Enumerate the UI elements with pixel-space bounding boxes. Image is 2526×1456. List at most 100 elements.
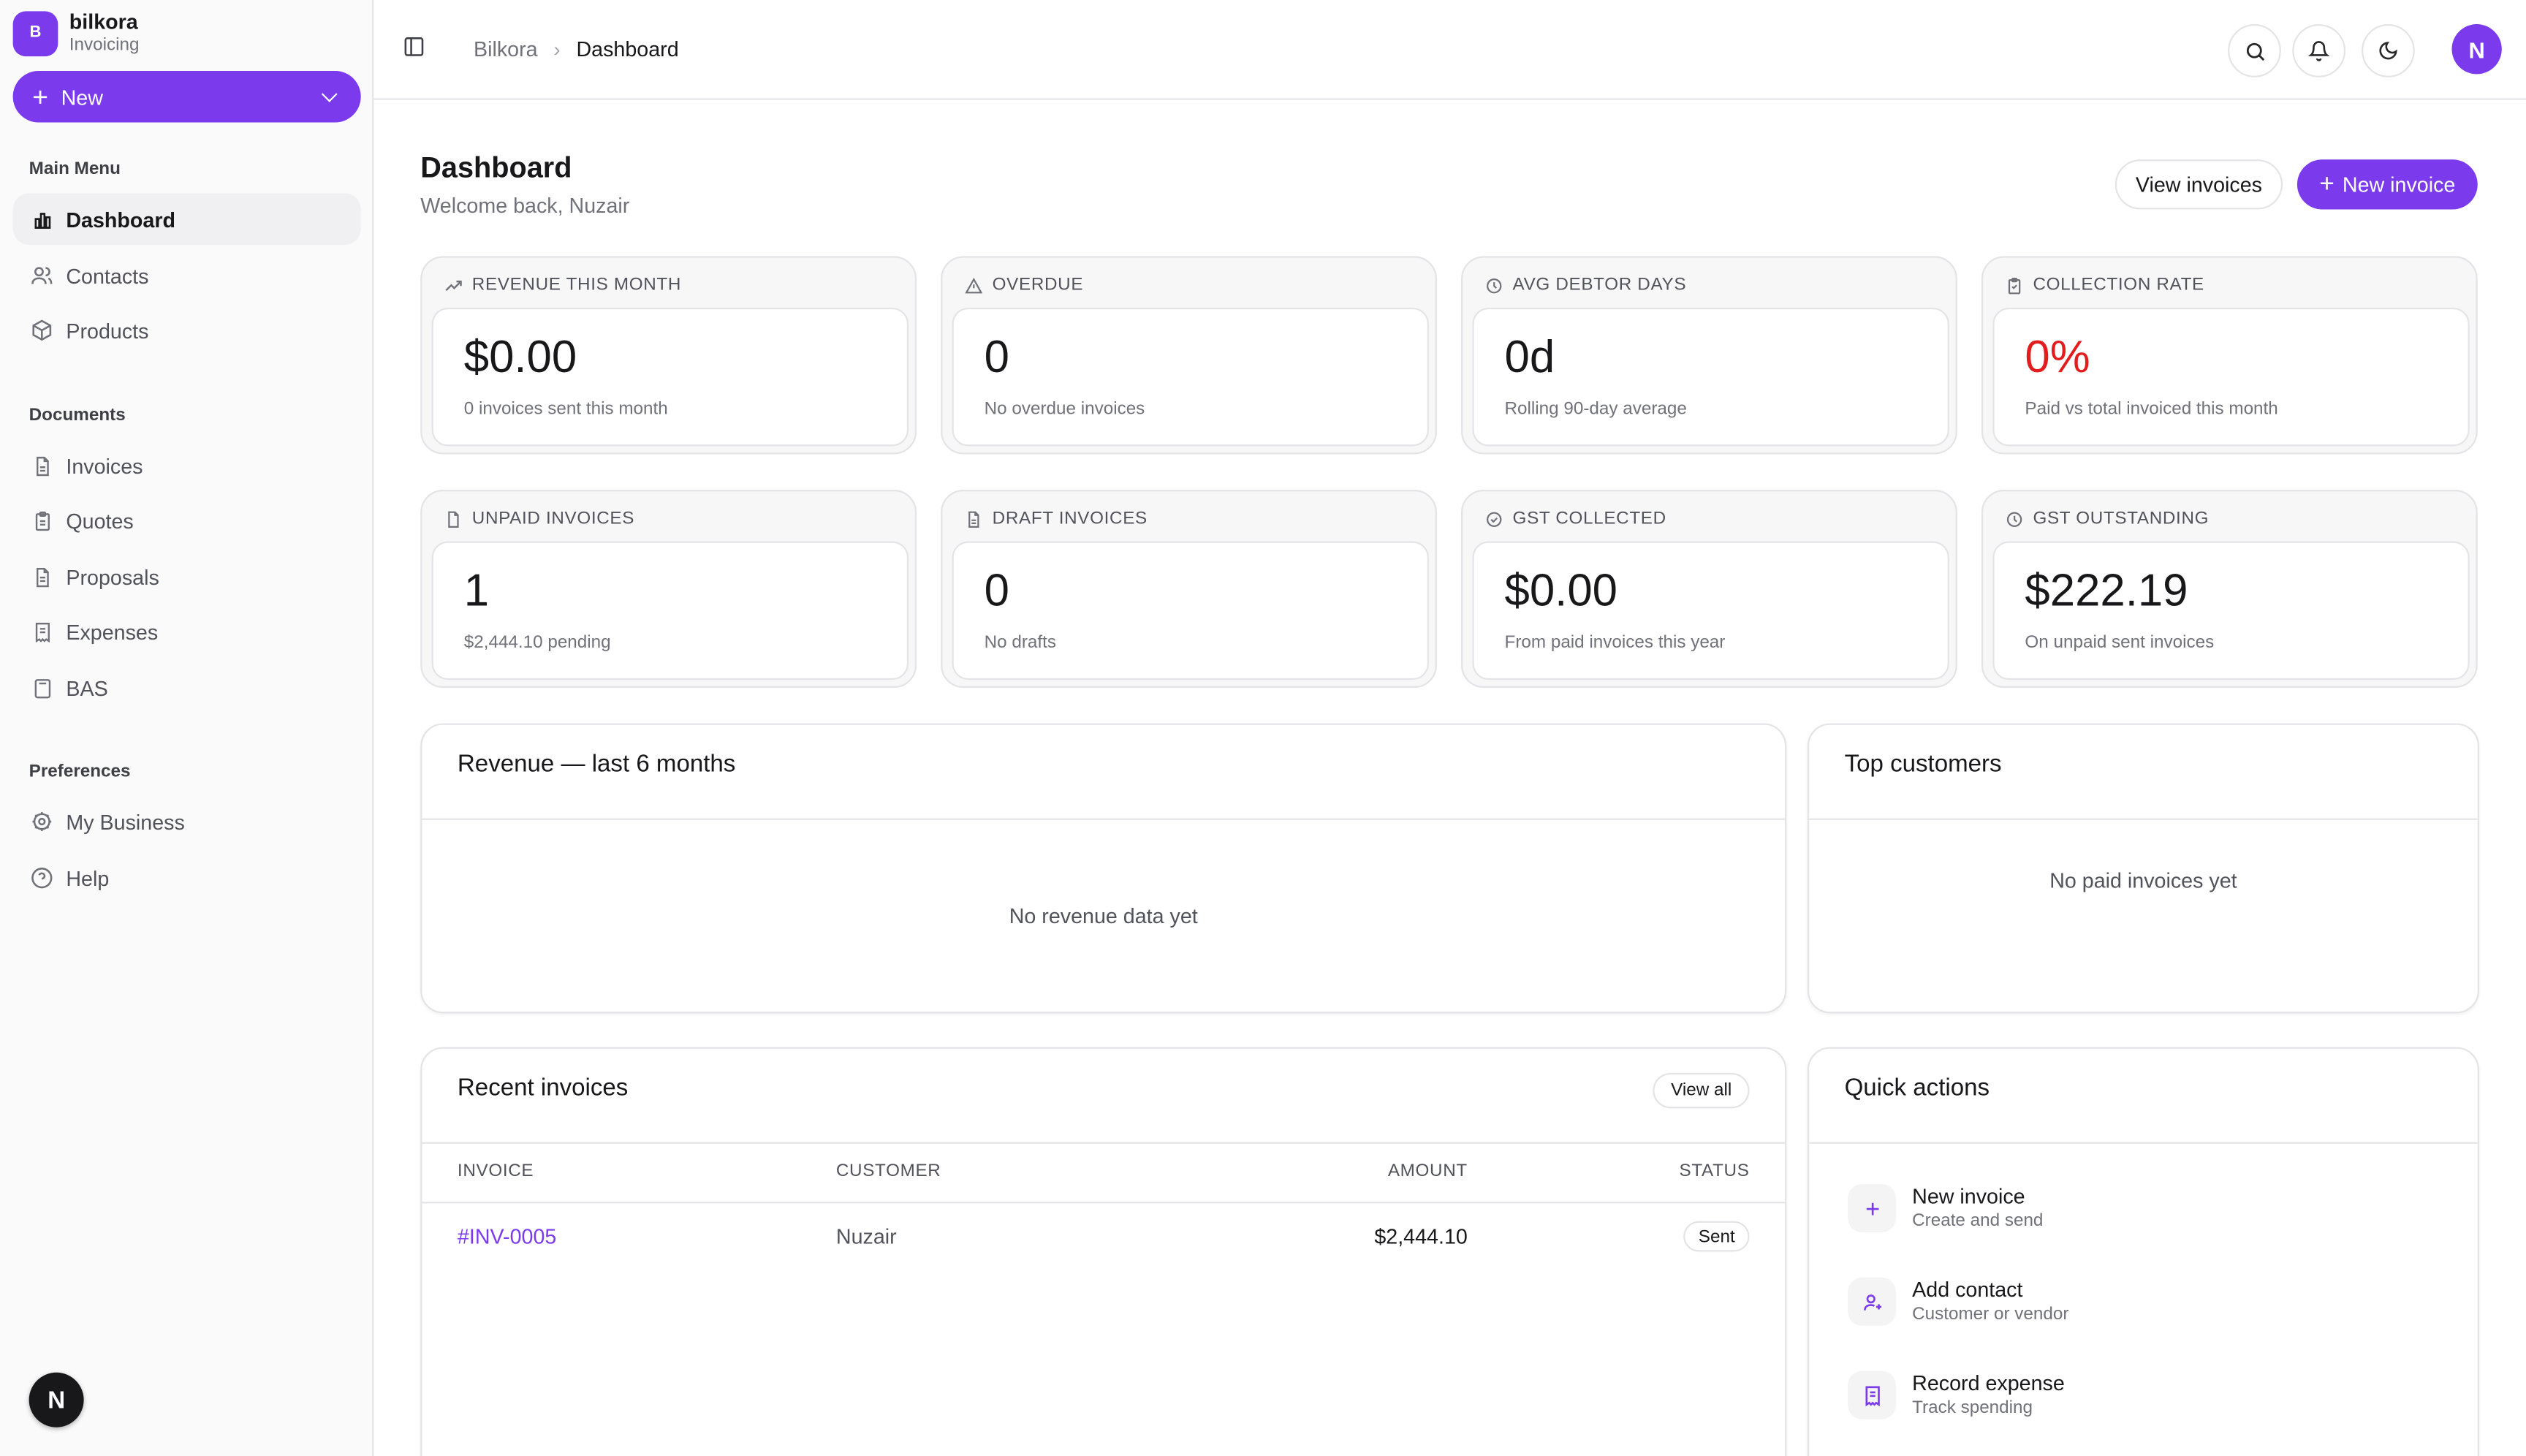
sidebar-item-products[interactable]: Products — [13, 305, 361, 357]
stat-note: 0 invoices sent this month — [463, 399, 668, 420]
clock-icon — [1485, 276, 1503, 294]
stat-label: COLLECTION RATE — [2033, 275, 2204, 295]
search-button[interactable] — [2228, 24, 2281, 77]
sidebar-item-my-business[interactable]: My Business — [13, 796, 361, 848]
invoice-number-link[interactable]: #INV-0005 — [458, 1224, 556, 1248]
card-title: Recent invoices — [457, 1074, 629, 1102]
sidebar-item-expenses[interactable]: Expenses — [13, 606, 361, 658]
preferences-label: Preferences — [29, 762, 131, 781]
sidebar-item-contacts[interactable]: Contacts — [13, 250, 361, 302]
sidebar-item-label: Help — [66, 865, 110, 890]
sidebar-item-label: Products — [66, 318, 149, 343]
brand-text: bilkora Invoicing — [69, 10, 140, 56]
sidebar-item-label: My Business — [66, 809, 185, 834]
file-text-icon — [965, 510, 982, 528]
breadcrumb-item-bilkora[interactable]: Bilkora — [474, 37, 538, 61]
bell-icon — [2308, 40, 2329, 61]
sidebar-item-quotes[interactable]: Quotes — [13, 495, 361, 547]
sidebar-toggle-icon[interactable] — [403, 35, 428, 61]
stat-body: 0 No drafts — [952, 541, 1429, 680]
stat-note: Paid vs total invoiced this month — [2025, 399, 2278, 420]
stat-header: AVG DEBTOR DAYS — [1485, 276, 1686, 295]
chevron-right-icon: › — [553, 37, 561, 61]
card-title: Quick actions — [1844, 1074, 1990, 1102]
divider — [422, 818, 1786, 820]
stat-note: No drafts — [984, 633, 1057, 653]
sidebar-item-help[interactable]: Help — [13, 852, 361, 904]
theme-toggle-button[interactable] — [2362, 24, 2415, 77]
sidebar-item-label: Invoices — [66, 453, 143, 478]
file-icon — [31, 566, 53, 588]
invoice-amount: $2,444.10 — [1374, 1224, 1468, 1249]
view-invoices-button[interactable]: View invoices — [2115, 159, 2283, 210]
stat-label: OVERDUE — [992, 275, 1084, 295]
column-header-customer: CUSTOMER — [835, 1161, 941, 1181]
quick-actions-card: Quick actions New invoice Create and sen… — [1807, 1047, 2479, 1456]
stat-body: $0.00 From paid invoices this year — [1472, 541, 1949, 680]
stat-label: UNPAID INVOICES — [471, 509, 635, 528]
divider — [422, 1142, 1786, 1144]
search-icon — [2243, 39, 2266, 62]
stat-body: 1 $2,444.10 pending — [431, 541, 909, 680]
stat-header: REVENUE THIS MONTH — [444, 276, 681, 295]
stat-value: 0d — [1504, 332, 1555, 382]
receipt-icon — [31, 621, 53, 643]
column-header-status: STATUS — [1679, 1161, 1750, 1181]
stat-header: UNPAID INVOICES — [444, 509, 634, 528]
stat-card-gst-outstanding: GST OUTSTANDING $222.19 On unpaid sent i… — [1981, 490, 2478, 689]
stat-note: From paid invoices this year — [1504, 633, 1726, 653]
new-button-label: New — [61, 84, 103, 109]
card-title: Revenue — last 6 months — [457, 751, 736, 778]
sidebar-item-invoices[interactable]: Invoices — [13, 440, 361, 492]
recent-invoices-card: Recent invoices View all INVOICE CUSTOME… — [420, 1047, 1787, 1456]
new-invoice-button[interactable]: + New invoice — [2296, 159, 2478, 210]
quick-action-text: New invoice Create and send — [1912, 1184, 2043, 1232]
quick-action-add-contact[interactable]: Add contact Customer or vendor — [1847, 1277, 2069, 1326]
sidebar-item-bas[interactable]: BAS — [13, 662, 361, 714]
stat-label: AVG DEBTOR DAYS — [1512, 275, 1687, 295]
page-title: Dashboard — [420, 151, 572, 184]
file-text-icon — [31, 455, 53, 477]
stat-value: $0.00 — [463, 332, 577, 382]
column-header-invoice: INVOICE — [457, 1161, 534, 1181]
stat-body: $222.19 On unpaid sent invoices — [1992, 541, 2470, 680]
topbar: Bilkora › Dashboard N — [373, 0, 2526, 100]
divider — [1809, 818, 2478, 820]
view-all-button[interactable]: View all — [1653, 1072, 1750, 1109]
receipt-icon — [1847, 1370, 1897, 1419]
brand-logo: B — [12, 10, 58, 56]
quick-action-title: New invoice — [1912, 1183, 2025, 1208]
new-button[interactable]: + New — [12, 70, 361, 123]
stat-header: OVERDUE — [965, 276, 1083, 295]
trending-up-icon — [444, 276, 462, 294]
stat-note: Rolling 90-day average — [1504, 399, 1687, 420]
stat-card-draft-invoices: DRAFT INVOICES 0 No drafts — [941, 490, 1437, 689]
sidebar-item-label: Quotes — [66, 508, 134, 533]
stat-body: 0d Rolling 90-day average — [1472, 307, 1949, 447]
quick-action-text: Record expense Track spending — [1912, 1371, 2065, 1419]
stat-value: $222.19 — [2025, 565, 2188, 615]
quick-action-title: Record expense — [1912, 1370, 2065, 1395]
quick-action-subtitle: Customer or vendor — [1912, 1305, 2069, 1324]
page-subtitle: Welcome back, Nuzair — [420, 193, 630, 218]
notifications-button[interactable] — [2292, 24, 2346, 77]
divider — [422, 1202, 1786, 1204]
invoice-customer: Nuzair — [835, 1224, 897, 1249]
avatar[interactable]: N — [2451, 24, 2502, 75]
brand[interactable]: B bilkora Invoicing — [12, 10, 140, 56]
plus-icon: + — [2319, 170, 2335, 197]
quick-action-record-expense[interactable]: Record expense Track spending — [1847, 1370, 2065, 1419]
file-icon — [444, 510, 462, 528]
sidebar-item-proposals[interactable]: Proposals — [13, 551, 361, 603]
column-header-amount: AMOUNT — [1387, 1161, 1468, 1181]
package-icon — [31, 319, 53, 341]
stat-card-gst-collected: GST COLLECTED $0.00 From paid invoices t… — [1461, 490, 1957, 689]
divider — [1809, 1142, 2478, 1144]
sidebar-item-dashboard[interactable]: Dashboard — [12, 193, 361, 246]
gear-icon — [31, 811, 53, 833]
stat-label: REVENUE THIS MONTH — [471, 275, 682, 295]
stat-value: 0 — [984, 332, 1009, 382]
quick-action-new-invoice[interactable]: New invoice Create and send — [1847, 1183, 2043, 1233]
floating-dev-badge[interactable]: N — [29, 1372, 84, 1427]
stat-card-unpaid-invoices: UNPAID INVOICES 1 $2,444.10 pending — [420, 490, 917, 689]
